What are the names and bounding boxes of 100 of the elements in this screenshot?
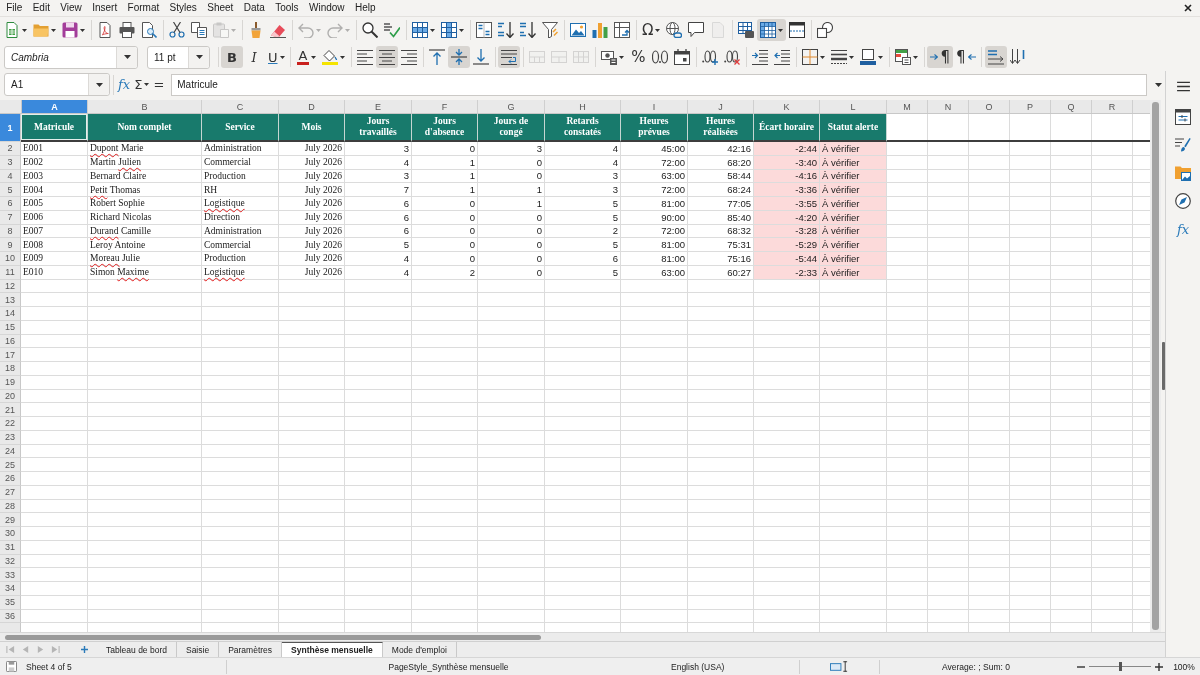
autofilter-button[interactable] — [539, 19, 561, 41]
table-cell: 0 — [412, 252, 478, 266]
sort-descending-button[interactable] — [517, 19, 539, 41]
dropdown-button[interactable] — [88, 74, 109, 95]
close-icon[interactable] — [1184, 4, 1192, 12]
special-character-button[interactable]: Ω — [639, 19, 664, 41]
menu-item[interactable]: Window — [303, 1, 350, 15]
horizontal-scrollbar[interactable] — [0, 632, 1165, 641]
column-header[interactable]: E — [345, 100, 412, 113]
row-header[interactable]: 1 — [0, 114, 21, 142]
column-header[interactable]: P — [1010, 100, 1051, 113]
row-header[interactable]: 14 — [0, 307, 21, 321]
sort-button[interactable] — [473, 19, 495, 41]
name-box[interactable]: A1 — [4, 73, 110, 96]
italic-button[interactable]: I — [243, 46, 265, 68]
copy-button[interactable] — [188, 19, 210, 41]
menu-item[interactable]: Format — [122, 1, 165, 15]
table-cell: Dupont Marie — [88, 142, 202, 156]
cut-button[interactable] — [166, 19, 188, 41]
row-button[interactable] — [409, 19, 438, 41]
column-header[interactable]: F — [412, 100, 478, 113]
caret-icon — [878, 55, 884, 59]
center-vertically-button[interactable] — [448, 46, 471, 68]
selection-mode-icon[interactable] — [830, 661, 849, 672]
dropdown-button[interactable] — [188, 46, 209, 68]
column-header[interactable]: C — [202, 100, 279, 113]
bold-button[interactable]: B — [221, 46, 243, 68]
menu-item[interactable]: Tools — [270, 1, 304, 15]
plus-icon[interactable] — [1155, 662, 1163, 671]
pivot-table-button[interactable] — [611, 19, 633, 41]
function-wizard-button[interactable]: fx — [116, 73, 133, 96]
column-header[interactable]: H — [545, 100, 621, 113]
row-header[interactable]: 22 — [0, 417, 21, 431]
menu-item[interactable]: Data — [238, 1, 271, 15]
column-heading-cell: Nom complet — [88, 114, 202, 142]
table-cell: -5:29 — [754, 238, 820, 252]
column-header[interactable]: N — [928, 100, 969, 113]
row-header[interactable]: 6 — [0, 197, 21, 211]
sort-ascending-button[interactable] — [495, 19, 517, 41]
scrollbar-thumb[interactable] — [5, 634, 541, 640]
table-cell: July 2026 — [279, 197, 345, 211]
table-cell: 0 — [412, 238, 478, 252]
column-header[interactable]: O — [969, 100, 1010, 113]
column-header[interactable]: B — [88, 100, 202, 113]
dropdown-button[interactable] — [116, 46, 137, 68]
paint-bucket-icon — [322, 49, 339, 65]
row-header[interactable]: 18 — [0, 362, 21, 376]
row-header[interactable]: 34 — [0, 582, 21, 596]
menu-item[interactable]: Sheet — [202, 1, 239, 15]
row-header[interactable]: 30 — [0, 527, 21, 541]
redo-icon — [327, 22, 343, 38]
column-header[interactable]: A — [21, 100, 88, 113]
sheet-tab[interactable]: Synthèse mensuelle — [282, 642, 383, 657]
menu-item[interactable]: Help — [349, 1, 381, 15]
freeze-button[interactable] — [757, 19, 787, 41]
font-color-button[interactable]: A — [293, 46, 320, 68]
column-header[interactable]: Q — [1051, 100, 1092, 113]
functions-button[interactable]: fx — [1171, 218, 1195, 240]
align-center-button[interactable] — [376, 46, 399, 68]
table-cell: Leroy Antoine — [88, 238, 202, 252]
column-header[interactable]: D — [279, 100, 345, 113]
table-cell: 3 — [478, 142, 545, 156]
table-cell: 0 — [412, 210, 478, 225]
sum-button[interactable]: Σ — [132, 73, 152, 96]
text-left-to-right-button[interactable] — [984, 46, 1007, 68]
column-header[interactable]: R — [1092, 100, 1133, 113]
splitter-handle[interactable] — [1161, 342, 1165, 390]
align-right-icon — [401, 49, 418, 65]
table-cell: July 2026 — [279, 169, 345, 184]
menu-item[interactable]: View — [55, 1, 87, 15]
table-cell: 0 — [478, 224, 545, 239]
column-button[interactable] — [438, 19, 467, 41]
menu-item[interactable]: Edit — [27, 1, 56, 15]
left-to-right-button[interactable]: ¶ — [927, 46, 953, 68]
column-header[interactable]: K — [754, 100, 820, 113]
column-header[interactable]: L — [820, 100, 887, 113]
column-header[interactable]: J — [688, 100, 754, 113]
percent-button[interactable]: % — [627, 46, 650, 68]
column-header[interactable]: I — [621, 100, 688, 113]
find-replace-button[interactable] — [359, 19, 381, 41]
right-to-left-button[interactable]: ¶ — [952, 46, 979, 68]
formula-button[interactable]: = — [151, 73, 167, 96]
table-cell: 2 — [545, 224, 621, 239]
underline-button[interactable]: U — [265, 46, 288, 68]
column-header[interactable]: M — [887, 100, 928, 113]
menu-item[interactable]: File — [1, 1, 28, 15]
row-header[interactable]: 26 — [0, 472, 21, 486]
menu-item[interactable]: Insert — [87, 1, 123, 15]
menu-item[interactable]: Styles — [164, 1, 203, 15]
spreadsheet-grid[interactable] — [0, 100, 1150, 632]
spreadsheet-icon — [4, 22, 20, 38]
font-size-field[interactable]: 11 pt — [147, 45, 210, 69]
slider-thumb[interactable] — [1118, 662, 1122, 671]
row-header[interactable]: 2 — [0, 142, 21, 156]
formula-input[interactable]: Matricule — [171, 73, 1147, 96]
font-name-field[interactable]: Cambria — [4, 45, 138, 69]
column-header[interactable]: G — [478, 100, 545, 113]
wrap-text-button[interactable] — [498, 46, 521, 68]
table-cell: 0 — [478, 169, 545, 184]
row-header[interactable]: 10 — [0, 252, 21, 266]
